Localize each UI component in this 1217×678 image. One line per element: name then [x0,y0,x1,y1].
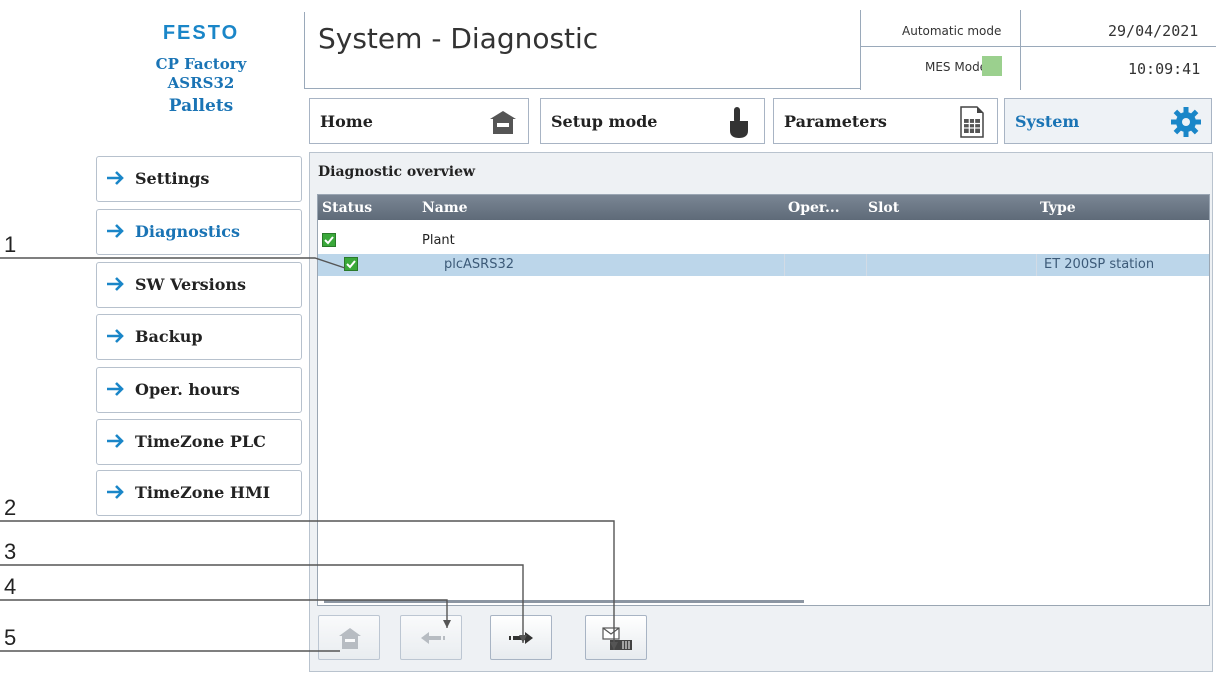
callout-arrow-4 [443,620,451,628]
callout-line-2 [0,520,615,650]
callout-lines [0,257,618,652]
callout-line-3 [0,564,524,643]
callout-line-4 [0,599,448,628]
callout-number-1: 1 [4,232,17,257]
callout-arrow-3 [519,635,527,643]
callout-arrow-2 [610,642,618,650]
callout-number-3: 3 [4,539,17,564]
callout-number-5: 5 [4,625,17,650]
callout-number-2: 2 [4,495,17,520]
callout-line-1 [0,257,346,269]
callout-number-4: 4 [4,574,17,599]
